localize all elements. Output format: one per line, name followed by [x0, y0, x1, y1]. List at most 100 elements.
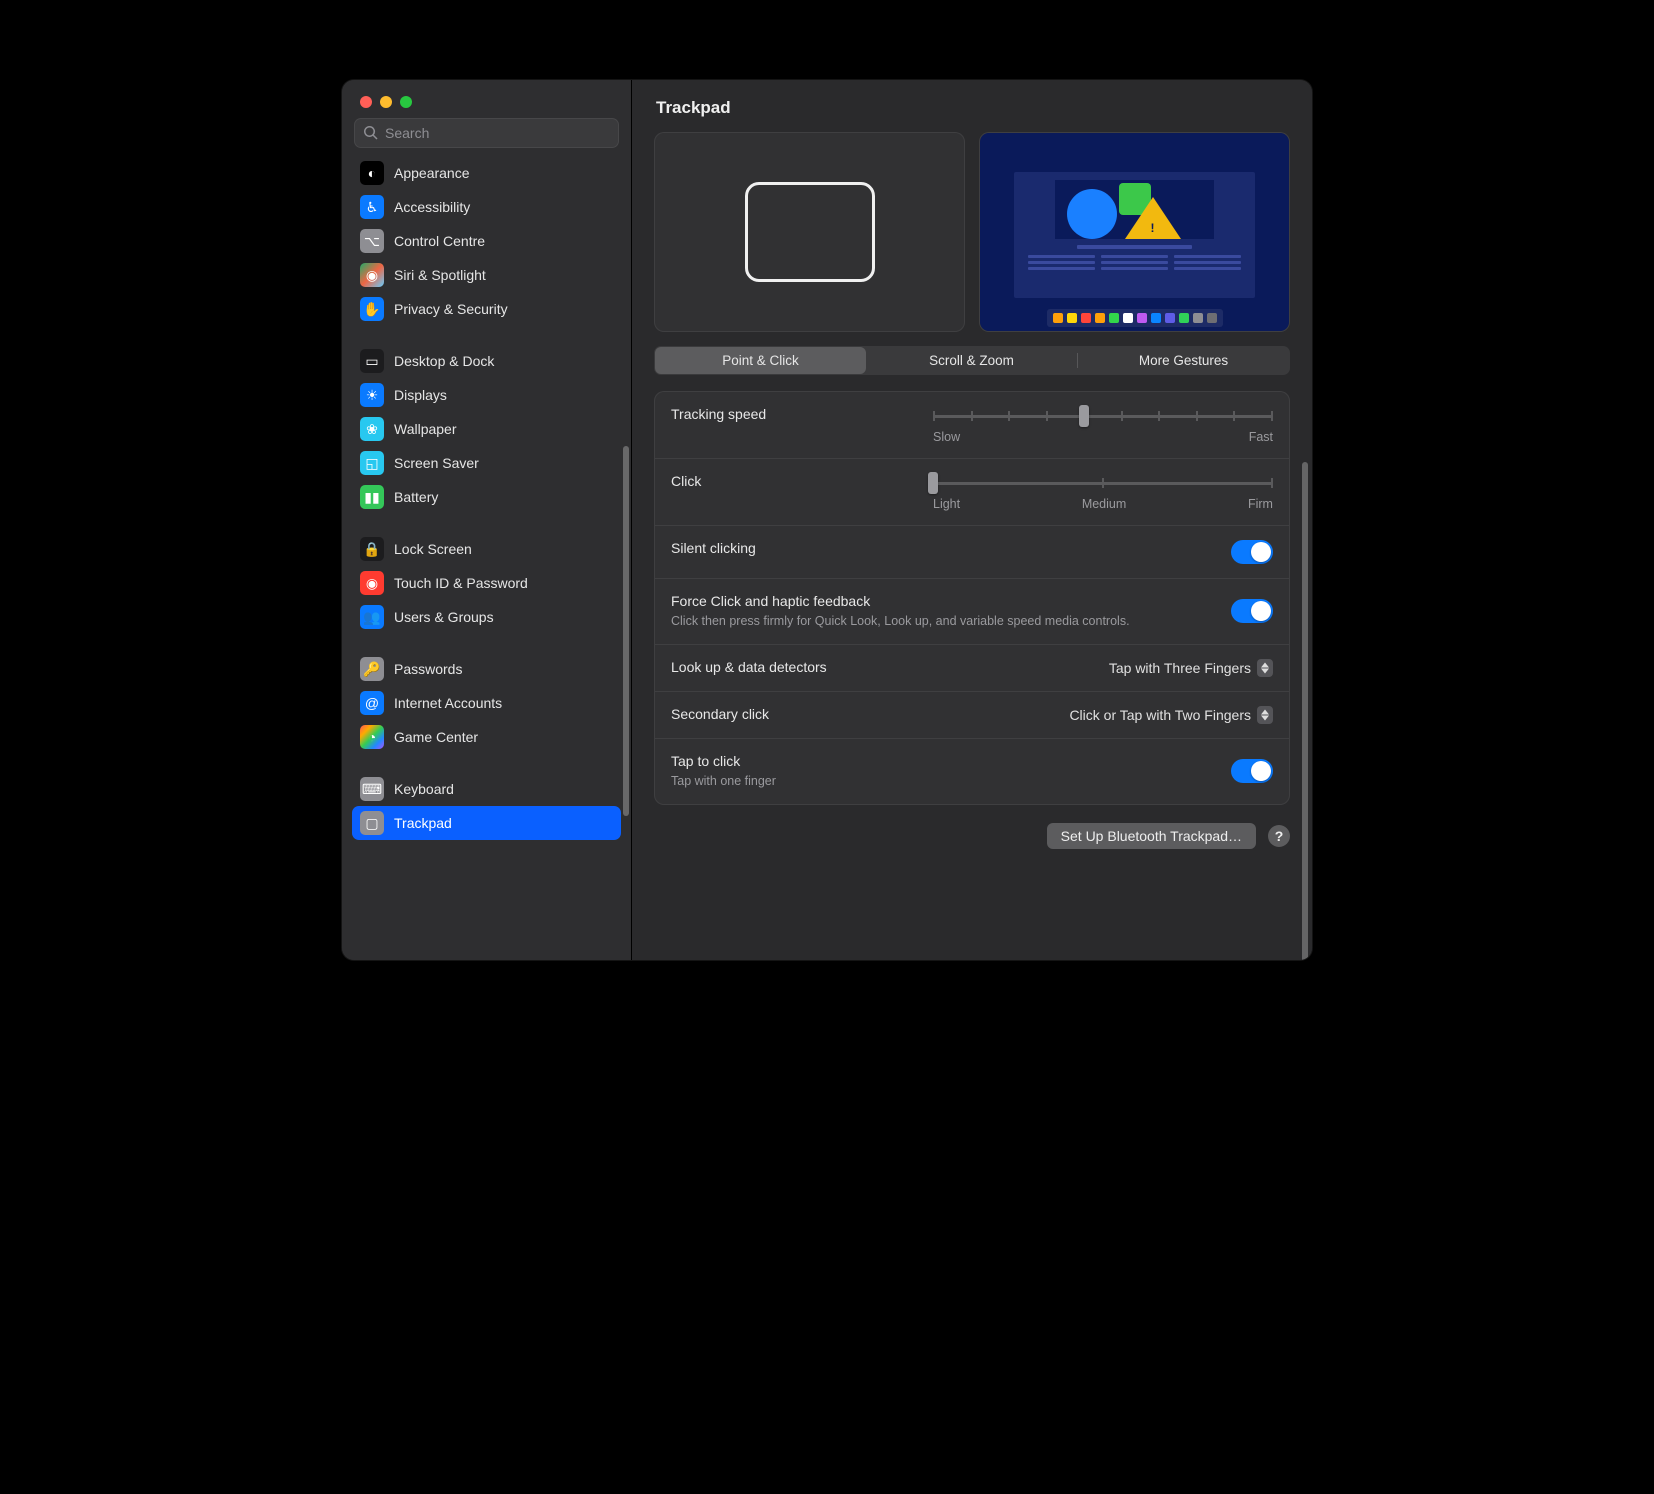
sidebar-item-label: Siri & Spotlight — [394, 267, 486, 283]
look-up-label: Look up & data detectors — [671, 659, 1089, 675]
sidebar-item-privacy[interactable]: ✋Privacy & Security — [352, 292, 621, 326]
sidebar-item-touch-id[interactable]: ◉Touch ID & Password — [352, 566, 621, 600]
look-up-select[interactable]: Tap with Three Fingers — [1109, 659, 1273, 677]
privacy-icon: ✋ — [360, 297, 384, 321]
row-tracking-speed: Tracking speed Slow Fast — [655, 392, 1289, 459]
tap-to-click-label: Tap to click — [671, 753, 1211, 769]
look-up-value: Tap with Three Fingers — [1109, 660, 1251, 676]
trackpad-icon — [745, 182, 875, 282]
chevrons-icon — [1257, 659, 1273, 677]
siri-spotlight-icon: ◉ — [360, 263, 384, 287]
sidebar-item-trackpad[interactable]: ▢ Trackpad — [352, 806, 621, 840]
sidebar-item-displays[interactable]: ☀ Displays — [352, 378, 621, 412]
minimize-button[interactable] — [380, 96, 392, 108]
row-look-up: Look up & data detectors Tap with Three … — [655, 645, 1289, 692]
slider-thumb[interactable] — [1079, 405, 1089, 427]
secondary-click-value: Click or Tap with Two Fingers — [1069, 707, 1251, 723]
slider-max-label: Fast — [1249, 430, 1273, 444]
game-center-icon: ◔ — [360, 725, 384, 749]
sidebar-item-keyboard[interactable]: ⌨Keyboard — [352, 772, 621, 806]
sidebar-item-screen-saver[interactable]: ◱ Screen Saver — [352, 446, 621, 480]
sidebar-item-label: Passwords — [394, 661, 462, 677]
slider-min-label: Slow — [933, 430, 960, 444]
silent-clicking-toggle[interactable] — [1231, 540, 1273, 564]
sidebar-item-passwords[interactable]: 🔑 Passwords — [352, 652, 621, 686]
system-settings-window: ◐ Appearance ♿︎Accessibility⌥Control Centr… — [342, 80, 1312, 960]
tracking-speed-label: Tracking speed — [671, 406, 766, 444]
desktop-dock-icon: ▭ — [360, 349, 384, 373]
sidebar-item-appearance[interactable]: ◐ Appearance — [352, 156, 621, 190]
force-click-label: Force Click and haptic feedback — [671, 593, 1211, 609]
appearance-icon: ◐ — [360, 161, 384, 185]
sidebar-item-internet-accounts[interactable]: @ Internet Accounts — [352, 686, 621, 720]
sidebar-item-label: Screen Saver — [394, 455, 479, 471]
content-scrollbar[interactable] — [1302, 462, 1308, 960]
sidebar: ◐ Appearance ♿︎Accessibility⌥Control Centr… — [342, 80, 632, 960]
chevrons-icon — [1257, 706, 1273, 724]
sidebar-item-label: Appearance — [394, 165, 470, 181]
sidebar-item-control-centre[interactable]: ⌥Control Centre — [352, 224, 621, 258]
click-slider[interactable]: Light Medium Firm — [933, 473, 1273, 511]
settings-list: Tracking speed Slow Fast — [654, 391, 1290, 805]
tab-point-and-click[interactable]: Point & Click — [655, 347, 866, 374]
battery-icon: ▮▮ — [360, 485, 384, 509]
users-groups-icon: 👥 — [360, 605, 384, 629]
row-tap-to-click: Tap to click Tap with one finger — [655, 739, 1289, 804]
slider-light-label: Light — [933, 497, 960, 511]
demo-screen-preview: ! — [979, 132, 1290, 332]
tap-to-click-desc: Tap with one finger — [671, 773, 1211, 790]
slider-firm-label: Firm — [1248, 497, 1273, 511]
tap-to-click-toggle[interactable] — [1231, 759, 1273, 783]
tab-more-gestures[interactable]: More Gestures — [1078, 347, 1289, 374]
sidebar-item-accessibility[interactable]: ♿︎Accessibility — [352, 190, 621, 224]
sidebar-item-game-center[interactable]: ◔ Game Center — [352, 720, 621, 754]
row-silent-clicking: Silent clicking — [655, 526, 1289, 579]
row-secondary-click: Secondary click Click or Tap with Two Fi… — [655, 692, 1289, 739]
tab-bar: Point & Click Scroll & Zoom More Gesture… — [654, 346, 1290, 375]
tab-scroll-and-zoom[interactable]: Scroll & Zoom — [866, 347, 1077, 374]
displays-icon: ☀ — [360, 383, 384, 407]
secondary-click-select[interactable]: Click or Tap with Two Fingers — [1069, 706, 1273, 724]
help-button[interactable]: ? — [1268, 825, 1290, 847]
sidebar-item-battery[interactable]: ▮▮ Battery — [352, 480, 621, 514]
content-pane: Trackpad ! — [632, 80, 1312, 960]
sidebar-item-label: Internet Accounts — [394, 695, 502, 711]
footer: Set Up Bluetooth Trackpad… ? — [654, 805, 1290, 849]
sidebar-item-label: Lock Screen — [394, 541, 472, 557]
window-controls — [342, 80, 631, 118]
search-field[interactable] — [354, 118, 619, 148]
demo-dock — [1047, 309, 1223, 327]
screen-saver-icon: ◱ — [360, 451, 384, 475]
close-button[interactable] — [360, 96, 372, 108]
page-title: Trackpad — [632, 80, 1312, 132]
preview-row: ! — [654, 132, 1290, 332]
sidebar-item-lock-screen[interactable]: 🔒Lock Screen — [352, 532, 621, 566]
secondary-click-label: Secondary click — [671, 706, 1049, 722]
trackpad-gesture-preview — [654, 132, 965, 332]
sidebar-item-label: Trackpad — [394, 815, 452, 831]
slider-thumb[interactable] — [928, 472, 938, 494]
sidebar-scroll: ◐ Appearance ♿︎Accessibility⌥Control Centr… — [342, 156, 631, 960]
internet-accounts-icon: @ — [360, 691, 384, 715]
slider-medium-label: Medium — [1082, 497, 1126, 511]
trackpad-icon: ▢ — [360, 811, 384, 835]
click-label: Click — [671, 473, 701, 511]
sidebar-item-wallpaper[interactable]: ❀Wallpaper — [352, 412, 621, 446]
zoom-button[interactable] — [400, 96, 412, 108]
sidebar-item-users-groups[interactable]: 👥 Users & Groups — [352, 600, 621, 634]
sidebar-scrollbar[interactable] — [623, 446, 629, 816]
sidebar-item-label: Displays — [394, 387, 447, 403]
search-input[interactable] — [385, 125, 610, 141]
force-click-desc: Click then press firmly for Quick Look, … — [671, 613, 1211, 630]
sidebar-item-desktop-dock[interactable]: ▭Desktop & Dock — [352, 344, 621, 378]
sidebar-item-label: Users & Groups — [394, 609, 494, 625]
tracking-speed-slider[interactable]: Slow Fast — [933, 406, 1273, 444]
sidebar-item-siri-spotlight[interactable]: ◉ Siri & Spotlight — [352, 258, 621, 292]
sidebar-item-label: Game Center — [394, 729, 478, 745]
passwords-icon: 🔑 — [360, 657, 384, 681]
sidebar-item-label: Battery — [394, 489, 438, 505]
setup-bluetooth-button[interactable]: Set Up Bluetooth Trackpad… — [1047, 823, 1256, 849]
search-icon — [363, 125, 379, 141]
force-click-toggle[interactable] — [1231, 599, 1273, 623]
sidebar-item-label: Accessibility — [394, 199, 470, 215]
